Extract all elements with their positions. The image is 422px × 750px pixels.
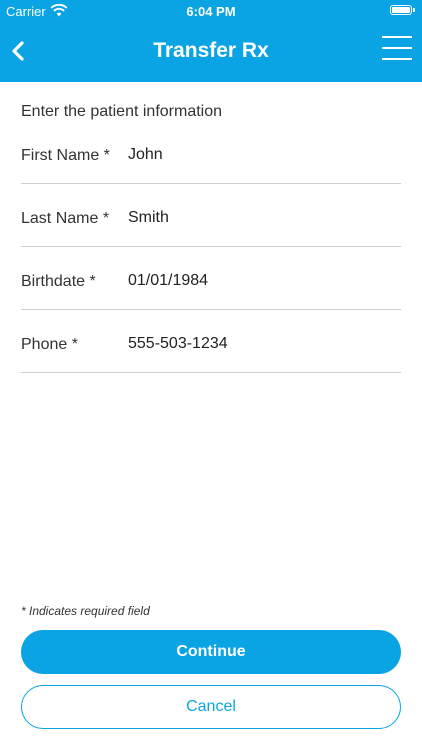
app-header: Carrier 6:04 PM Transfer Rx bbox=[0, 0, 422, 82]
menu-button[interactable] bbox=[382, 36, 412, 66]
last-name-row: Last Name * bbox=[21, 185, 401, 247]
status-bar: Carrier 6:04 PM bbox=[0, 0, 422, 22]
birthdate-input[interactable] bbox=[128, 269, 398, 293]
form-intro: Enter the patient information bbox=[21, 103, 223, 120]
continue-button[interactable]: Continue bbox=[21, 630, 401, 674]
phone-input[interactable] bbox=[128, 332, 398, 356]
last-name-input[interactable] bbox=[128, 206, 398, 230]
page-title: Transfer Rx bbox=[153, 39, 269, 62]
cancel-button[interactable]: Cancel bbox=[21, 685, 401, 729]
phone-row: Phone * bbox=[21, 311, 401, 373]
last-name-label: Last Name * bbox=[21, 210, 110, 227]
birthdate-label: Birthdate * bbox=[21, 273, 96, 290]
status-time: 6:04 PM bbox=[186, 4, 236, 19]
battery-icon bbox=[390, 5, 415, 15]
required-field-note: * Indicates required field bbox=[21, 604, 150, 618]
first-name-input[interactable] bbox=[128, 143, 398, 167]
first-name-row: First Name * bbox=[21, 122, 401, 184]
first-name-label: First Name * bbox=[21, 147, 110, 164]
phone-label: Phone * bbox=[21, 336, 78, 353]
nav-bar: Transfer Rx bbox=[0, 22, 422, 82]
hamburger-menu-icon bbox=[382, 36, 412, 60]
birthdate-row: Birthdate * bbox=[21, 248, 401, 310]
